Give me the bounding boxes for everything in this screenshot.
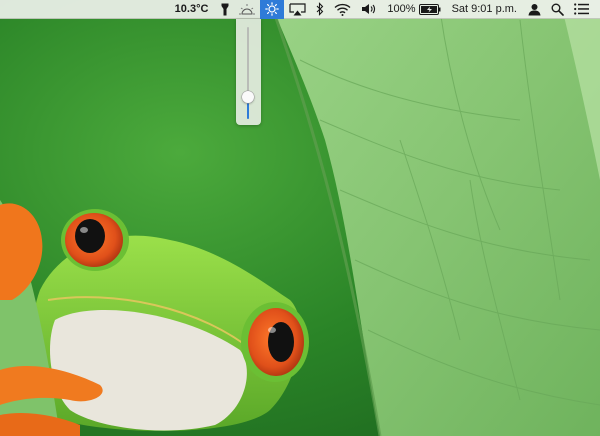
bluetooth-icon[interactable] (311, 0, 329, 19)
temperature-readout[interactable]: 10.3°C (170, 0, 217, 19)
flashlight-icon[interactable] (216, 0, 234, 19)
desktop-wallpaper (0, 0, 600, 436)
battery-percentage[interactable]: 100% (382, 0, 418, 19)
airplay-icon[interactable] (284, 0, 311, 19)
volume-icon[interactable] (356, 0, 382, 19)
spotlight-search-icon[interactable] (546, 0, 569, 19)
wifi-icon[interactable] (329, 0, 356, 19)
brightness-icon[interactable] (260, 0, 285, 19)
desktop: 10.3°C 100% Sat 9:01 p.m. (0, 0, 600, 436)
brightness-slider-popup (236, 19, 261, 125)
battery-icon[interactable] (418, 0, 446, 19)
user-icon[interactable] (523, 0, 546, 19)
menu-bar: 10.3°C 100% Sat 9:01 p.m. (0, 0, 600, 19)
brightness-slider-knob[interactable] (242, 90, 254, 103)
dim-brightness-icon[interactable] (234, 0, 260, 19)
notification-center-icon[interactable] (569, 0, 594, 19)
brightness-slider-track[interactable] (247, 27, 249, 119)
clock[interactable]: Sat 9:01 p.m. (446, 0, 523, 19)
